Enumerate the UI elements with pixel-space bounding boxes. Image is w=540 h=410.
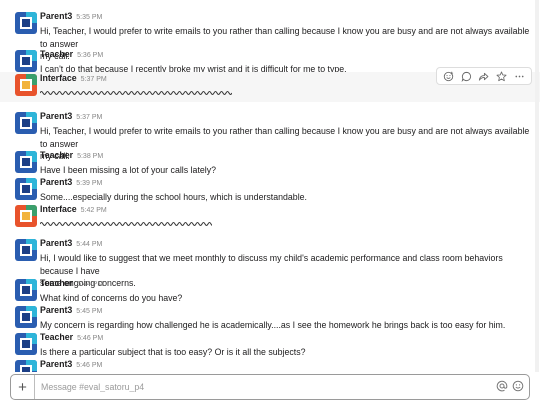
message-body: Interface 5:42 PM <box>40 203 530 227</box>
message-timestamp[interactable]: 5:42 PM <box>81 207 107 214</box>
message-timestamp[interactable]: 5:44 PM <box>76 241 102 248</box>
message: Parent3 5:35 PM Hi, Teacher, I would prefe… <box>0 10 540 61</box>
message-timestamp[interactable]: 5:46 PM <box>77 335 103 342</box>
reply-in-thread-icon[interactable] <box>459 69 473 83</box>
message-meta: Teacher 5:44 PM <box>40 277 530 291</box>
message-timestamp[interactable]: 5:44 PM <box>77 281 103 288</box>
message: Teacher 5:46 PM Is there a particular subj… <box>0 331 540 357</box>
message-timestamp[interactable]: 5:37 PM <box>76 114 102 121</box>
message-text: Is there a particular subject that is to… <box>40 346 530 359</box>
message-timestamp[interactable]: 5:38 PM <box>77 153 103 160</box>
message-text: Have I been missing a lot of your calls … <box>40 164 530 177</box>
message-meta: Parent3 5:45 PM <box>40 304 530 318</box>
message-meta: Parent3 5:37 PM <box>40 110 530 124</box>
message-meta: Parent3 5:46 PM <box>40 358 530 372</box>
message-body: Teacher 5:38 PM Have I been missing a lot … <box>40 149 530 177</box>
avatar[interactable] <box>15 306 37 328</box>
message-feed: Parent3 5:35 PM Hi, Teacher, I would prefe… <box>0 0 540 372</box>
message-text: What kind of concerns do you have? <box>40 292 530 305</box>
message-input[interactable] <box>41 380 481 394</box>
message-body: Parent3 5:45 PM My concern is regarding ho… <box>40 304 530 332</box>
message-author[interactable]: Parent3 <box>40 238 72 248</box>
add-reaction-icon[interactable] <box>442 69 456 83</box>
message-timestamp[interactable]: 5:35 PM <box>76 14 102 21</box>
message-text-line: Hi, I would like to suggest that we meet… <box>40 253 503 276</box>
message-meta: Parent3 5:39 PM <box>40 176 530 190</box>
message-author[interactable]: Interface <box>40 73 77 83</box>
message-meta: Parent3 5:44 PM <box>40 237 530 251</box>
message-author[interactable]: Parent3 <box>40 305 72 315</box>
message-meta: Parent3 5:35 PM <box>40 10 530 24</box>
message: Parent35:46 PMMath in particular. <box>0 358 540 372</box>
message: Teacher 5:38 PM Have I been missing a lot … <box>0 149 540 175</box>
message-timestamp[interactable]: 5:45 PM <box>76 308 102 315</box>
star-icon[interactable] <box>495 69 509 83</box>
message-author[interactable]: Parent3 <box>40 111 72 121</box>
message-meta: Interface 5:42 PM <box>40 203 530 217</box>
redacted-content-squiggle <box>40 91 232 95</box>
message-timestamp[interactable]: 5:39 PM <box>76 180 102 187</box>
message-timestamp[interactable]: 5:46 PM <box>76 362 102 369</box>
avatar[interactable] <box>15 239 37 261</box>
message-text-line: Some....especially during the school hou… <box>40 192 307 202</box>
message-body: Teacher 5:44 PM What kind of concerns do y… <box>40 277 530 305</box>
message: Parent3 5:39 PM Some....especially during … <box>0 176 540 202</box>
message-text-line: Hi, Teacher, I would prefer to write ema… <box>40 126 530 149</box>
redacted-content-squiggle <box>40 222 212 226</box>
message: Teacher 5:44 PM What kind of concerns do y… <box>0 277 540 303</box>
message-body: Teacher 5:46 PM Is there a particular subj… <box>40 331 530 359</box>
message-author[interactable]: Parent3 <box>40 177 72 187</box>
message-text-line: Is there a particular subject that is to… <box>40 347 306 357</box>
avatar[interactable] <box>15 178 37 200</box>
avatar[interactable] <box>15 205 37 227</box>
message-composer: + <box>10 374 530 400</box>
message-body: Parent35:46 PMMath in particular. <box>40 358 530 372</box>
emoji-icon[interactable] <box>511 379 525 393</box>
avatar[interactable] <box>15 50 37 72</box>
more-actions-icon[interactable] <box>512 69 526 83</box>
message-body: Parent3 5:39 PM Some....especially during … <box>40 176 530 204</box>
mention-icon[interactable] <box>495 379 509 393</box>
message-timestamp[interactable]: 5:37 PM <box>81 76 107 83</box>
message-meta: Teacher 5:36 PM <box>40 48 530 62</box>
message-text-line: Have I been missing a lot of your calls … <box>40 165 217 175</box>
message-text-line: What kind of concerns do you have? <box>40 293 183 303</box>
attach-plus-button[interactable]: + <box>11 375 35 399</box>
message-author[interactable]: Teacher <box>40 150 73 160</box>
message: Interface 5:42 PM <box>0 203 540 233</box>
avatar[interactable] <box>15 74 37 96</box>
message: Parent3 5:37 PM Hi, Teacher, I would prefe… <box>0 110 540 161</box>
message-author[interactable]: Parent3 <box>40 359 72 369</box>
message-author[interactable]: Interface <box>40 204 77 214</box>
message-text: Some....especially during the school hou… <box>40 191 530 204</box>
message-author[interactable]: Teacher <box>40 49 73 59</box>
message-text: My concern is regarding how challenged h… <box>40 319 530 332</box>
feed-scrollbar[interactable] <box>535 0 539 372</box>
message-author[interactable]: Teacher <box>40 278 73 288</box>
message: Parent3 5:45 PM My concern is regarding ho… <box>0 304 540 330</box>
message-hover-toolbar <box>436 67 532 85</box>
message-author[interactable]: Parent3 <box>40 11 72 21</box>
message-text-line: Hi, Teacher, I would prefer to write ema… <box>40 26 530 49</box>
share-icon[interactable] <box>477 69 491 83</box>
message-author[interactable]: Teacher <box>40 332 73 342</box>
avatar[interactable] <box>15 333 37 355</box>
message-meta: Teacher 5:38 PM <box>40 149 530 163</box>
avatar[interactable] <box>15 112 37 134</box>
avatar[interactable] <box>15 12 37 34</box>
avatar[interactable] <box>15 360 37 372</box>
message-meta: Teacher 5:46 PM <box>40 331 530 345</box>
avatar[interactable] <box>15 279 37 301</box>
message-timestamp[interactable]: 5:36 PM <box>77 52 103 59</box>
message: Parent3 5:44 PM Hi, I would like to sugges… <box>0 237 540 288</box>
message-text-line: My concern is regarding how challenged h… <box>40 320 506 330</box>
avatar[interactable] <box>15 151 37 173</box>
